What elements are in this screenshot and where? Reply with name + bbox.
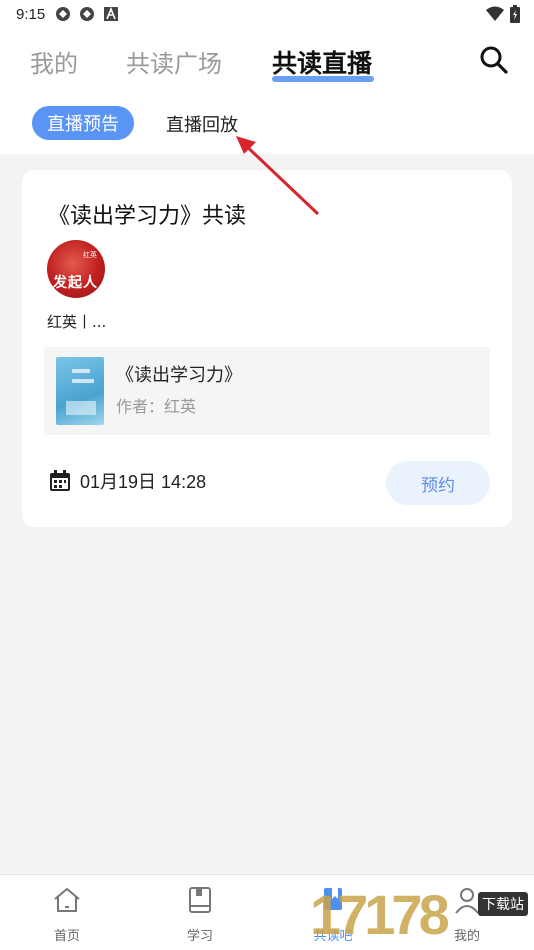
annotation-arrow-icon [236, 136, 320, 216]
app-notification-icon [55, 6, 71, 22]
event-datetime: 01月19日 14:28 [48, 468, 206, 494]
search-icon [480, 46, 508, 74]
reserve-button[interactable]: 预约 [386, 461, 490, 505]
search-button[interactable] [478, 44, 510, 76]
book-cover [56, 357, 104, 425]
tab-live-preview[interactable]: 直播预告 [32, 106, 134, 140]
nav-label: 学习 [186, 929, 213, 944]
battery-icon [510, 5, 520, 27]
nav-label: 首页 [53, 929, 80, 944]
book-author: 作者：红英 [116, 397, 197, 416]
home-icon [54, 887, 80, 912]
host-name: 红英丨... [47, 313, 107, 331]
event-title: 《读出学习力》共读 [48, 204, 247, 229]
tab-mine[interactable]: 我的 [30, 44, 78, 79]
a-icon [103, 6, 119, 22]
avatar-tag: 红英 [83, 251, 97, 259]
status-bar: 9:15 [0, 0, 534, 28]
tab-reading-live[interactable]: 共读直播 [272, 44, 372, 80]
watermark-text: 17178 [310, 883, 450, 946]
live-event-card[interactable]: 《读出学习力》共读 红英 发起人 红英丨... 《读出学习力》 作者：红英 01… [22, 170, 512, 527]
book-icon [189, 887, 211, 913]
clock: 9:15 [16, 5, 46, 23]
app-notification-icon [79, 6, 95, 22]
top-nav: 我的 共读广场 共读直播 [0, 28, 534, 98]
host-avatar[interactable]: 红英 发起人 [47, 240, 105, 298]
book-info[interactable]: 《读出学习力》 作者：红英 [44, 347, 490, 435]
tab-live-replay[interactable]: 直播回放 [166, 111, 238, 137]
wifi-icon [486, 6, 504, 26]
initiator-badge: 发起人 [53, 275, 98, 291]
calendar-icon [50, 470, 70, 491]
tab-reading-square[interactable]: 共读广场 [126, 44, 222, 79]
nav-study[interactable]: 学习 [165, 885, 235, 944]
datetime-text: 01月19日 14:28 [80, 472, 207, 492]
book-title: 《读出学习力》 [116, 365, 242, 386]
watermark-sub: 下载站 [478, 892, 528, 916]
watermark-logo: 17178 下载站 [300, 880, 534, 950]
nav-home[interactable]: 首页 [32, 885, 102, 944]
